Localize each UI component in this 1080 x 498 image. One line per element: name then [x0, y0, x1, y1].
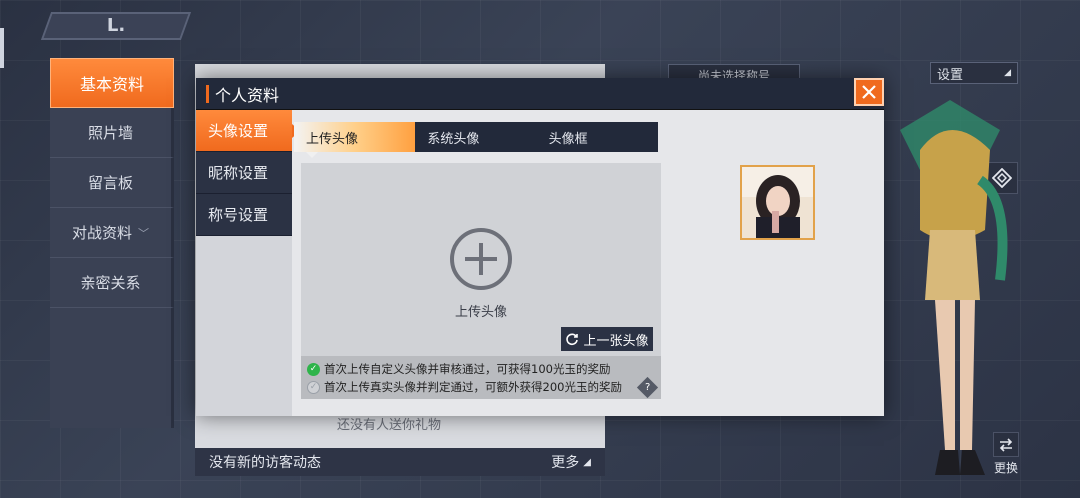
more-button[interactable]: 更多 ◢ [551, 452, 591, 472]
subtab-avatar-frame[interactable]: 头像框 [537, 122, 658, 152]
modal-header: 个人资料 [196, 78, 884, 110]
subtab-label: 头像框 [548, 131, 588, 147]
visitor-text: 没有新的访客动态 [209, 455, 321, 471]
back-button[interactable]: L. [40, 12, 192, 40]
profile-sidebar: 基本资料 照片墙 留言板 对战资料 ﹀ 亲密关系 [50, 58, 174, 428]
modal-title: 个人资料 [215, 85, 280, 105]
sidebar-item-label: 亲密关系 [80, 274, 141, 292]
sidebar-item-battle-info[interactable]: 对战资料 ﹀ [50, 208, 174, 258]
subtab-system-avatar[interactable]: 系统头像 [415, 122, 536, 152]
sidebar-item-label: 照片墙 [87, 124, 133, 142]
add-circle-icon[interactable] [449, 227, 513, 291]
character-illustration [900, 100, 1008, 475]
note-row: ✓ 首次上传自定义头像并审核通过，可获得100光玉的奖励 [307, 360, 655, 378]
header-accent [206, 84, 209, 103]
tab-nickname-settings[interactable]: 昵称设置 [196, 152, 292, 194]
check-icon: ✓ [307, 380, 320, 394]
avatar-sub-tabs: 上传头像 系统头像 头像框 [294, 122, 658, 158]
upload-area[interactable]: 上传头像 上一张头像 ✓ 首次上传自定义头像并审核通过，可获得100光玉的奖励 … [301, 163, 661, 399]
check-icon: ✓ [307, 362, 320, 376]
subtab-label: 上传头像 [306, 131, 359, 147]
refresh-icon [566, 333, 579, 346]
avatar-preview [740, 165, 815, 240]
profile-modal: 个人资料 头像设置 昵称设置 称号设置 上传头像 系统头像 头像框 上传头像 上… [196, 78, 884, 416]
sidebar-item-label: 对战资料 [71, 224, 132, 242]
sidebar-item-label: 留言板 [87, 174, 133, 192]
settings-label: 设置 [937, 67, 964, 83]
tab-label: 头像设置 [208, 122, 269, 140]
sidebar-filler [50, 308, 174, 428]
gift-empty-text: 还没有人送你礼物 [337, 418, 442, 433]
note-text: 首次上传自定义头像并审核通过，可获得100光玉的奖励 [324, 362, 611, 376]
settings-dropdown[interactable]: 设置 ◢ [930, 62, 1018, 84]
chevron-down-icon: ﹀ [138, 226, 149, 240]
tab-label: 称号设置 [208, 206, 269, 224]
triangle-icon: ◢ [1004, 68, 1011, 78]
back-label: L. [106, 15, 126, 36]
more-label: 更多 [551, 455, 580, 471]
subtab-label: 系统头像 [427, 131, 480, 147]
sidebar-item-message-board[interactable]: 留言板 [50, 158, 174, 208]
previous-avatar-button[interactable]: 上一张头像 [561, 327, 653, 351]
subtab-upload-avatar[interactable]: 上传头像 [294, 122, 416, 158]
close-button[interactable] [854, 78, 884, 106]
avatar-photo [742, 167, 813, 238]
note-text: 首次上传真实头像并判定通过，可额外获得200光玉的奖励 [324, 380, 622, 394]
edge-indicator [0, 28, 4, 68]
triangle-icon: ◢ [583, 456, 591, 468]
sidebar-item-intimate[interactable]: 亲密关系 [50, 258, 174, 308]
visitor-bar: 没有新的访客动态 更多 ◢ [195, 448, 605, 476]
note-row: ✓ 首次上传真实头像并判定通过，可额外获得200光玉的奖励 [307, 378, 655, 396]
tab-avatar-settings[interactable]: 头像设置 [196, 110, 300, 152]
sidebar-item-photo-wall[interactable]: 照片墙 [50, 108, 174, 158]
tab-title-settings[interactable]: 称号设置 [196, 194, 292, 236]
reward-notes: ✓ 首次上传自定义头像并审核通过，可获得100光玉的奖励 ✓ 首次上传真实头像并… [301, 356, 661, 399]
close-icon [862, 85, 876, 99]
sidebar-item-label: 基本资料 [79, 75, 144, 94]
modal-tab-list: 头像设置 昵称设置 称号设置 [196, 110, 300, 416]
previous-avatar-label: 上一张头像 [583, 333, 649, 349]
upload-label: 上传头像 [454, 305, 507, 320]
sidebar-item-basic-info[interactable]: 基本资料 [50, 58, 174, 108]
tab-label: 昵称设置 [208, 164, 269, 182]
